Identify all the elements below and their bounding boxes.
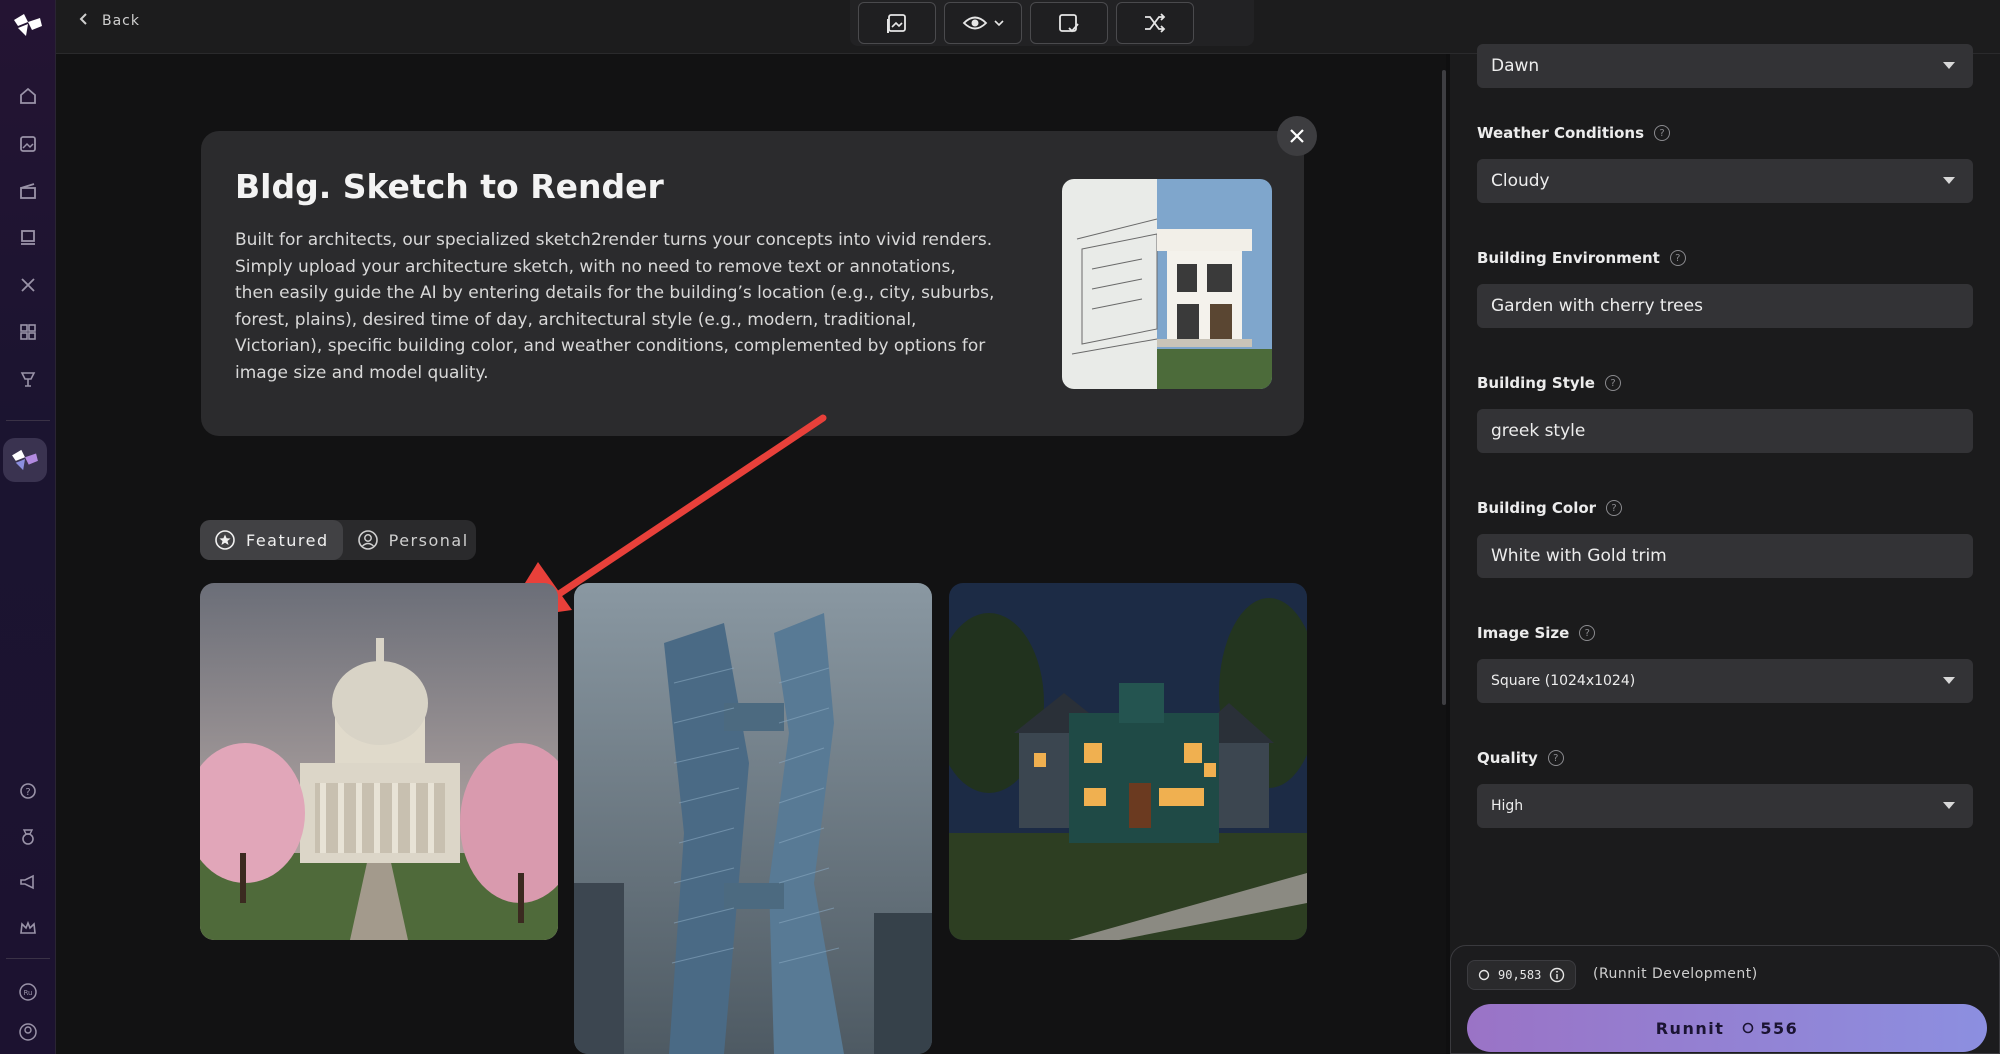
weather-label: Weather Conditions ? [1477, 124, 1671, 142]
quality-value: High [1491, 798, 1524, 814]
megaphone-icon[interactable] [12, 866, 44, 898]
close-info-button[interactable] [1277, 116, 1317, 156]
info-icon [1550, 967, 1565, 983]
weather-label-text: Weather Conditions [1477, 124, 1645, 142]
gallery-item-night-house[interactable] [949, 583, 1307, 940]
color-label-text: Building Color [1477, 499, 1597, 517]
runnit-logo-icon[interactable] [8, 8, 48, 42]
toolbar-group [850, 0, 1254, 46]
runnit-button[interactable]: Runnit 556 [1467, 1004, 1987, 1052]
chevron-left-icon [78, 12, 88, 30]
help-icon[interactable]: ? [1604, 375, 1621, 391]
runnit-cost-value: 556 [1760, 1018, 1799, 1038]
environment-label: Building Environment ? [1477, 249, 1686, 267]
coin-icon [1478, 969, 1490, 981]
grid-icon[interactable] [12, 316, 44, 348]
back-button[interactable]: Back [78, 12, 140, 30]
visibility-dropdown-button[interactable] [944, 2, 1022, 44]
gallery-item-capitol[interactable] [200, 583, 558, 940]
home-icon[interactable] [12, 80, 44, 112]
page-title: Bldg. Sketch to Render [235, 167, 664, 206]
coin-icon [1743, 1022, 1754, 1034]
quality-select[interactable]: High [1477, 784, 1973, 828]
style-label-text: Building Style [1477, 374, 1595, 392]
gallery-tabs: Featured Personal [200, 520, 476, 560]
time-of-day-select[interactable]: Dawn [1477, 44, 1973, 88]
caret-down-icon [1943, 677, 1955, 684]
quality-label: Quality ? [1477, 749, 1564, 767]
environment-name: (Runnit Development) [1593, 966, 1758, 982]
stack-icon[interactable] [12, 222, 44, 254]
help-icon[interactable]: ? [1606, 500, 1623, 516]
weather-select[interactable]: Cloudy [1477, 159, 1973, 203]
help-icon[interactable]: ? [1579, 625, 1596, 641]
image-size-value: Square (1024x1024) [1491, 673, 1636, 689]
back-label: Back [102, 13, 140, 29]
caret-down-icon [1943, 177, 1955, 184]
tab-featured-label: Featured [246, 530, 329, 550]
chevron-down-icon [994, 20, 1004, 27]
style-label: Building Style ? [1477, 374, 1621, 392]
svg-text:?: ? [25, 787, 30, 798]
images-icon[interactable] [12, 128, 44, 160]
color-input[interactable]: White with Gold trim [1477, 534, 1973, 578]
main-scrollbar[interactable] [1442, 70, 1446, 705]
left-sidebar: ? Ru [0, 0, 56, 1054]
tab-personal[interactable]: Personal [343, 520, 483, 560]
tab-personal-label: Personal [388, 530, 469, 550]
star-circle-icon [215, 530, 235, 550]
sidebar-divider-bottom [6, 958, 50, 959]
help-icon[interactable]: ? [1654, 125, 1671, 141]
runnit-button-label: Runnit [1655, 1018, 1725, 1038]
tab-featured[interactable]: Featured [200, 520, 343, 560]
ru-badge-icon[interactable]: Ru [12, 976, 44, 1008]
image-check-tool-button[interactable] [1030, 2, 1108, 44]
help-icon[interactable]: ? [1669, 250, 1686, 266]
image-size-select[interactable]: Square (1024x1024) [1477, 659, 1973, 703]
account-icon[interactable] [12, 1016, 44, 1048]
sidebar-active-logo-icon[interactable] [3, 438, 47, 482]
gallery-icon [887, 14, 906, 33]
close-icon [1290, 129, 1304, 143]
caret-down-icon [1943, 802, 1955, 809]
sketch-render-preview-image [1062, 179, 1272, 389]
trophy-icon[interactable] [12, 363, 44, 395]
quality-label-text: Quality [1477, 749, 1538, 767]
style-input[interactable]: greek style [1477, 409, 1973, 453]
credits-value: 90,583 [1498, 968, 1542, 982]
gallery-item-twisted-tower[interactable] [574, 583, 932, 1054]
page-description: Built for architects, our specialized sk… [235, 230, 995, 383]
help-icon[interactable]: ? [1547, 750, 1564, 766]
environment-label-text: Building Environment [1477, 249, 1660, 267]
medal-icon[interactable] [12, 821, 44, 853]
svg-text:Ru: Ru [24, 989, 33, 997]
help-icon[interactable]: ? [12, 775, 44, 807]
image-size-label: Image Size ? [1477, 624, 1596, 642]
user-circle-icon [357, 530, 378, 550]
style-value: greek style [1491, 421, 1586, 441]
gallery-tool-button[interactable] [858, 2, 936, 44]
image-check-icon [1059, 14, 1079, 33]
time-of-day-value: Dawn [1491, 56, 1540, 76]
environment-input[interactable]: Garden with cherry trees [1477, 284, 1973, 328]
shuffle-tool-button[interactable] [1116, 2, 1194, 44]
eye-icon [962, 16, 988, 30]
image-size-label-text: Image Size [1477, 624, 1570, 642]
color-label: Building Color ? [1477, 499, 1623, 517]
color-value: White with Gold trim [1491, 546, 1667, 566]
tools-icon[interactable] [12, 269, 44, 301]
crown-icon[interactable] [12, 912, 44, 944]
run-box: 90,583 (Runnit Development) Runnit 556 [1450, 945, 2000, 1054]
runnit-cost: 556 [1742, 1019, 1798, 1038]
info-card: Bldg. Sketch to Render Built for archite… [201, 131, 1304, 436]
environment-value: Garden with cherry trees [1491, 296, 1703, 316]
clapper-icon[interactable] [12, 175, 44, 207]
credits-badge: 90,583 [1467, 960, 1577, 990]
settings-panel: Dawn Weather Conditions ? Cloudy Buildin… [1450, 44, 2000, 1054]
sidebar-divider [6, 420, 50, 421]
app-root: ? Ru Back Bldg. Sketch to Render Built f… [0, 0, 2000, 1054]
weather-value: Cloudy [1491, 171, 1550, 191]
shuffle-icon [1145, 13, 1166, 33]
caret-down-icon [1943, 62, 1955, 69]
